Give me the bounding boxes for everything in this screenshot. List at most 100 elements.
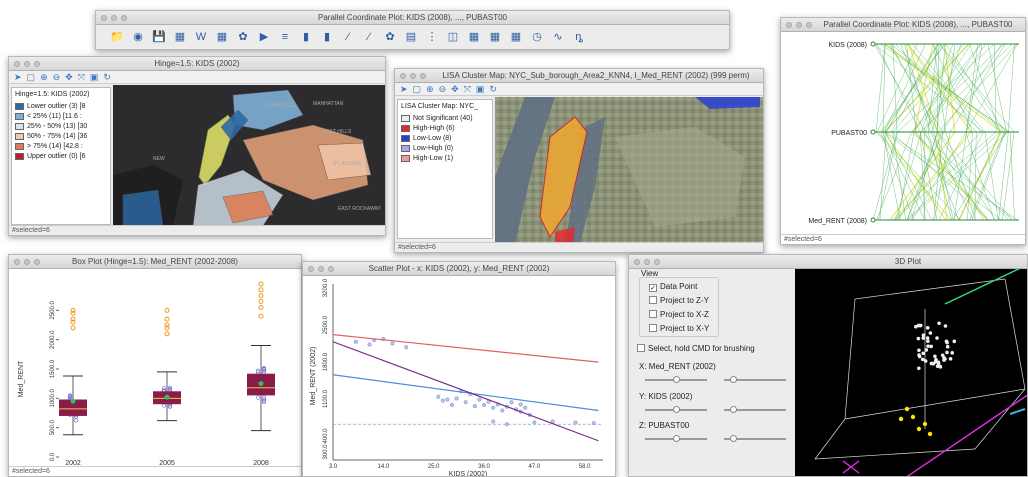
point3d[interactable]	[931, 361, 936, 366]
point3d[interactable]	[945, 340, 949, 345]
scatter-point[interactable]	[436, 394, 441, 399]
box-2008[interactable]	[247, 281, 275, 432]
box-plot-canvas[interactable]: 0.0 500.0 1000.0 1500.0 2000.0 2500.0 Med_RENT…	[9, 269, 302, 468]
plot3d-canvas[interactable]	[795, 269, 1028, 477]
legend-item[interactable]: 25% - 50% (13) [30	[15, 121, 107, 131]
point3d[interactable]	[950, 351, 955, 355]
layers-icon[interactable]: ▣	[476, 84, 485, 94]
scatter-point[interactable]	[509, 400, 514, 405]
point3d[interactable]	[929, 344, 933, 349]
toolbar-tool-icon[interactable]: ▦	[215, 30, 229, 44]
toolbar-tool-icon[interactable]: ▤	[404, 30, 418, 44]
view-option-checkbox[interactable]: Project to Z-Y	[649, 296, 709, 305]
scatter-point[interactable]	[504, 422, 509, 427]
outlier-point[interactable]	[258, 287, 264, 293]
legend-item[interactable]: Low-Low (8)	[401, 133, 489, 143]
pcp-canvas[interactable]: KIDS (2008) PUBAST00 Med_RENT (2008)	[781, 32, 1026, 236]
pcp-axis-handle[interactable]	[870, 129, 876, 135]
toolbar-tool-icon[interactable]: ✿	[383, 30, 397, 44]
point3d-selected[interactable]	[904, 406, 910, 412]
outlier-point[interactable]	[164, 316, 170, 322]
legend-item[interactable]: 50% - 75% (14) [36	[15, 131, 107, 141]
scatter-point[interactable]	[463, 400, 468, 405]
box-plot-titlebar[interactable]: Box Plot (Hinge=1.5): Med_RENT (2002-200…	[9, 255, 301, 269]
outlier-point[interactable]	[258, 293, 264, 299]
point3d[interactable]	[928, 331, 933, 335]
fit-icon[interactable]: ⤧	[78, 72, 85, 82]
pan-icon[interactable]: ✥	[65, 72, 73, 82]
point3d[interactable]	[937, 321, 941, 326]
point3d-selected[interactable]	[922, 421, 928, 427]
zoom-out-icon[interactable]: ⊖	[439, 84, 447, 94]
scatter-point[interactable]	[491, 405, 496, 410]
outlier-point[interactable]	[164, 331, 170, 337]
point3d[interactable]	[948, 357, 953, 361]
toolbar-tool-icon[interactable]: ⋮	[425, 30, 439, 44]
toolbar-tool-icon[interactable]: ▦	[173, 30, 187, 44]
hinge-map-titlebar[interactable]: Hinge=1.5: KIDS (2002)	[9, 57, 385, 71]
lisa-map-canvas[interactable]	[495, 97, 763, 243]
z-slider-1-knob[interactable]	[673, 435, 680, 442]
legend-item[interactable]: Low-High (0)	[401, 143, 489, 153]
legend-item[interactable]: > 75% (14) [42.8 :	[15, 141, 107, 151]
lisa-map-titlebar[interactable]: LISA Cluster Map: NYC_Sub_borough_Area2_…	[395, 69, 763, 83]
pcp-axis-handle[interactable]	[870, 217, 876, 223]
outlier-point[interactable]	[164, 307, 170, 313]
z-slider-2[interactable]	[724, 435, 786, 442]
point3d[interactable]	[920, 357, 925, 362]
scatter-point[interactable]	[518, 402, 523, 407]
toolbar-tool-icon[interactable]: ⁄	[341, 30, 355, 44]
point3d[interactable]	[945, 344, 950, 349]
outlier-point[interactable]	[258, 299, 264, 305]
select-box-icon[interactable]: ▢	[413, 84, 422, 94]
scatter-point[interactable]	[390, 341, 395, 346]
toolbar-tool-icon[interactable]: 📁	[110, 30, 124, 44]
point3d[interactable]	[917, 323, 922, 328]
point3d[interactable]	[924, 348, 929, 352]
scatter-point[interactable]	[481, 402, 487, 408]
scatter-point[interactable]	[445, 397, 450, 402]
refresh-icon[interactable]: ↻	[103, 72, 111, 82]
scatter-point[interactable]	[532, 420, 537, 425]
toolbar-tool-icon[interactable]: ◉	[131, 30, 145, 44]
scatter-point[interactable]	[454, 396, 459, 401]
scatter-point[interactable]	[573, 420, 578, 425]
toolbar-tool-icon[interactable]: ▦	[488, 30, 502, 44]
point3d[interactable]	[926, 339, 930, 344]
point3d[interactable]	[940, 353, 945, 358]
point3d[interactable]	[935, 336, 939, 340]
box-2005[interactable]	[153, 307, 181, 422]
data-point[interactable]	[255, 395, 261, 400]
point3d-selected[interactable]	[898, 416, 904, 422]
x-slider-1[interactable]	[645, 376, 707, 383]
outlier-point[interactable]	[258, 304, 264, 310]
hinge-map-canvas[interactable]: HIGHBRIDGE MANHATTAN EAST HILLS ST. ALBA…	[113, 85, 385, 226]
select-arrow-icon[interactable]: ➤	[14, 72, 22, 82]
box-2002[interactable]	[59, 307, 87, 436]
point3d[interactable]	[917, 366, 921, 371]
z-slider-1[interactable]	[645, 435, 707, 442]
scatter-point[interactable]	[500, 408, 505, 413]
main-toolbar-titlebar[interactable]: Parallel Coordinate Plot: KIDS (2008), .…	[96, 11, 729, 25]
y-slider-1-knob[interactable]	[673, 406, 680, 413]
scatter-point[interactable]	[523, 405, 528, 410]
scatter-titlebar[interactable]: Scatter Plot - x: KIDS (2002), y: Med_RE…	[303, 262, 615, 276]
select-arrow-icon[interactable]: ➤	[400, 84, 408, 94]
brush-checkbox-box[interactable]	[637, 344, 645, 352]
legend-item[interactable]: < 25% (11) [11.6 :	[15, 111, 107, 121]
point3d[interactable]	[926, 344, 930, 348]
plot3d-titlebar[interactable]: 3D Plot	[629, 255, 1027, 269]
scatter-point[interactable]	[472, 404, 477, 409]
pan-icon[interactable]: ✥	[451, 84, 459, 94]
point3d-selected[interactable]	[916, 426, 922, 432]
toolbar-tool-icon[interactable]: 💾	[152, 30, 166, 44]
pcp-axis-handle[interactable]	[870, 41, 876, 47]
toolbar-tool-icon[interactable]: ▦	[509, 30, 523, 44]
point3d[interactable]	[925, 326, 930, 330]
legend-item[interactable]: Not Significant (40)	[401, 113, 489, 123]
data-point[interactable]	[73, 418, 79, 423]
scatter-point[interactable]	[404, 345, 409, 350]
fit-icon[interactable]: ⤧	[464, 84, 471, 94]
point3d[interactable]	[945, 350, 949, 355]
legend-item[interactable]: High-Low (1)	[401, 153, 489, 163]
